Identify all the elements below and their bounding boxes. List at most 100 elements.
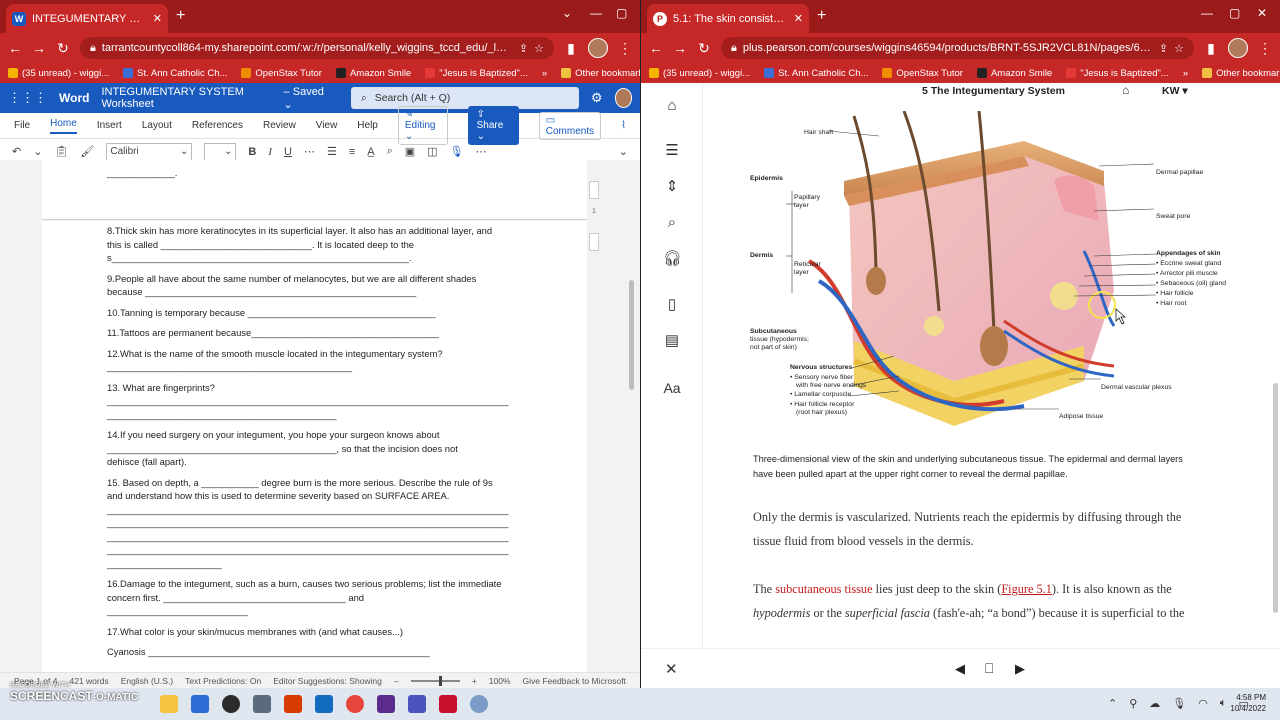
document-canvas[interactable]: _____________. 1 8.Thick skin has more k… — [0, 160, 640, 672]
word-avatar[interactable] — [614, 88, 632, 108]
sensitivity-icon[interactable]: ▣ — [405, 145, 415, 158]
table-of-contents-icon[interactable]: ☰ — [663, 142, 681, 160]
chrome-icon[interactable] — [346, 695, 364, 713]
bookmark-item[interactable]: OpenStax Tutor — [241, 68, 322, 79]
bold-icon[interactable]: B — [248, 146, 256, 158]
share-page-icon[interactable]: ⇪ — [1159, 42, 1168, 55]
bookmark-item[interactable]: St. Ann Catholic Ch... — [123, 68, 227, 79]
word-app-name[interactable]: Word — [59, 91, 89, 105]
zoom-out-icon[interactable]: – — [394, 676, 399, 686]
bookmark-icon[interactable]: ⎕ — [985, 660, 993, 677]
term-subcutaneous-tissue[interactable]: subcutaneous tissue — [775, 582, 872, 596]
restore-icon[interactable]: ▢ — [1229, 6, 1240, 20]
navigate-icon[interactable]: ⇕ — [663, 178, 681, 196]
home-icon[interactable]: ⌂ — [663, 97, 681, 115]
restore-icon[interactable]: ▢ — [616, 6, 627, 20]
doc-title[interactable]: INTEGUMENTARY SYSTEM Worksheet — [101, 86, 271, 110]
reload-icon[interactable]: ↻ — [56, 40, 70, 57]
wifi-icon[interactable]: ◠ — [1198, 697, 1208, 710]
tab-file[interactable]: File — [14, 120, 30, 131]
document-scrollbar[interactable] — [629, 280, 634, 390]
bookmark-item[interactable]: OpenStax Tutor — [882, 68, 963, 79]
collapse-icon[interactable]: ⌄ — [562, 6, 572, 20]
tab-layout[interactable]: Layout — [142, 120, 172, 131]
other-bookmarks[interactable]: Other bookmarks — [561, 68, 640, 79]
bookmark-item[interactable]: (35 unread) - wiggi... — [8, 68, 109, 79]
more-bookmarks-icon[interactable]: » — [1183, 68, 1188, 79]
paste-icon[interactable]: 📋︎ — [54, 145, 68, 158]
volume-icon[interactable]: 🔈︎ — [1220, 697, 1227, 710]
redo-icon[interactable]: ⌄ — [33, 145, 42, 158]
dell-icon[interactable] — [222, 695, 240, 713]
text-predictions[interactable]: Text Predictions: On — [185, 676, 261, 686]
notebook-icon[interactable]: ▯ — [663, 296, 681, 314]
bookmark-item[interactable]: "Jesus is Baptized"... — [1066, 68, 1169, 79]
menu-icon[interactable]: ⋮ — [1258, 40, 1272, 57]
new-tab-icon[interactable]: + — [817, 7, 826, 25]
activity-icon[interactable]: ⌇ — [621, 120, 626, 131]
word-search-box[interactable]: ⌕ Search (Alt + Q) — [350, 87, 579, 109]
italic-icon[interactable]: I — [268, 146, 272, 158]
tab-references[interactable]: References — [192, 120, 243, 131]
search-icon[interactable]: ⌕ — [663, 214, 681, 232]
sidepanel-icon[interactable]: ▮ — [1204, 40, 1218, 57]
more-bookmarks-icon[interactable]: » — [542, 68, 547, 79]
mcafee-icon[interactable] — [439, 695, 457, 713]
back-icon[interactable]: ← — [649, 40, 663, 56]
close-tab-icon[interactable]: ✕ — [794, 12, 803, 25]
close-icon[interactable]: ✕ — [665, 660, 678, 678]
bullets-icon[interactable]: ☰ — [327, 145, 337, 158]
file-explorer-icon[interactable] — [160, 695, 178, 713]
audio-icon[interactable]: 🎧︎ — [663, 250, 682, 268]
bookmark-item[interactable]: Amazon Smile — [976, 68, 1052, 79]
tab-insert[interactable]: Insert — [97, 120, 122, 131]
office-icon[interactable] — [284, 695, 302, 713]
other-bookmarks[interactable]: Other bookmarks — [1202, 68, 1280, 79]
menu-icon[interactable]: ⋮ — [618, 40, 632, 57]
star-icon[interactable]: ☆ — [534, 42, 544, 55]
tab-home[interactable]: Home — [50, 118, 77, 134]
tag-icon[interactable]: ⌂ — [1122, 83, 1129, 97]
store-icon[interactable] — [191, 695, 209, 713]
forward-icon[interactable]: → — [32, 40, 46, 56]
editing-mode-button[interactable]: ✎ Editing ⌄ — [397, 106, 448, 145]
reload-icon[interactable]: ↻ — [697, 40, 711, 57]
sidepanel-icon[interactable]: ▮ — [564, 40, 578, 57]
star-icon[interactable]: ☆ — [1174, 42, 1184, 55]
app-launcher-icon[interactable]: ⋮⋮⋮ — [8, 90, 47, 106]
user-menu[interactable]: KW ▾ — [1162, 85, 1188, 97]
teams-icon[interactable] — [408, 695, 426, 713]
tab-word-doc[interactable]: W INTEGUMENTARY SYSTEM Work ✕ — [6, 4, 168, 33]
tab-review[interactable]: Review — [263, 120, 296, 131]
address-bar[interactable]: 🔒︎ tarrantcountycoll864-my.sharepoint.co… — [80, 37, 554, 59]
font-size-dropdown[interactable]: ⌄ — [204, 142, 237, 161]
screencast-app-icon[interactable] — [377, 695, 395, 713]
close-window-icon[interactable]: ✕ — [1257, 6, 1267, 20]
text-size-icon[interactable]: Aa — [663, 379, 681, 397]
close-tab-icon[interactable]: ✕ — [153, 12, 162, 25]
profile-avatar[interactable] — [1228, 38, 1248, 58]
settings-gear-icon[interactable]: ⚙ — [591, 90, 603, 106]
back-icon[interactable]: ← — [8, 40, 22, 56]
clock[interactable]: 4:58 PM 10/4/2022 — [1230, 692, 1266, 714]
cloud-icon[interactable]: ☁ — [1149, 697, 1160, 710]
saved-status[interactable]: – Saved ⌄ — [284, 86, 329, 111]
microphone-icon[interactable]: 🎙︎ — [1172, 697, 1186, 710]
calculator-icon[interactable] — [253, 695, 271, 713]
zoom-slider[interactable] — [410, 675, 460, 686]
font-name-dropdown[interactable]: Calibri ⌄ — [106, 142, 193, 161]
underline-icon[interactable]: U — [284, 146, 292, 158]
tab-help[interactable]: Help — [357, 120, 378, 131]
format-painter-icon[interactable]: 🖌︎ — [80, 145, 94, 158]
editor-suggestions[interactable]: Editor Suggestions: Showing — [273, 676, 382, 686]
next-page-icon[interactable]: ▶ — [1015, 661, 1025, 677]
profile-avatar[interactable] — [588, 38, 608, 58]
mail-icon[interactable] — [315, 695, 333, 713]
dictate-icon[interactable]: 🎙︎ — [450, 145, 464, 158]
minimize-icon[interactable]: — — [590, 6, 602, 20]
styles-icon[interactable]: A̲ — [367, 146, 374, 158]
undo-icon[interactable]: ↶ — [12, 145, 21, 158]
minimize-icon[interactable]: — — [1201, 6, 1213, 20]
figure-link[interactable]: Figure 5.1 — [1001, 582, 1052, 596]
bookmark-item[interactable]: Amazon Smile — [335, 68, 411, 79]
